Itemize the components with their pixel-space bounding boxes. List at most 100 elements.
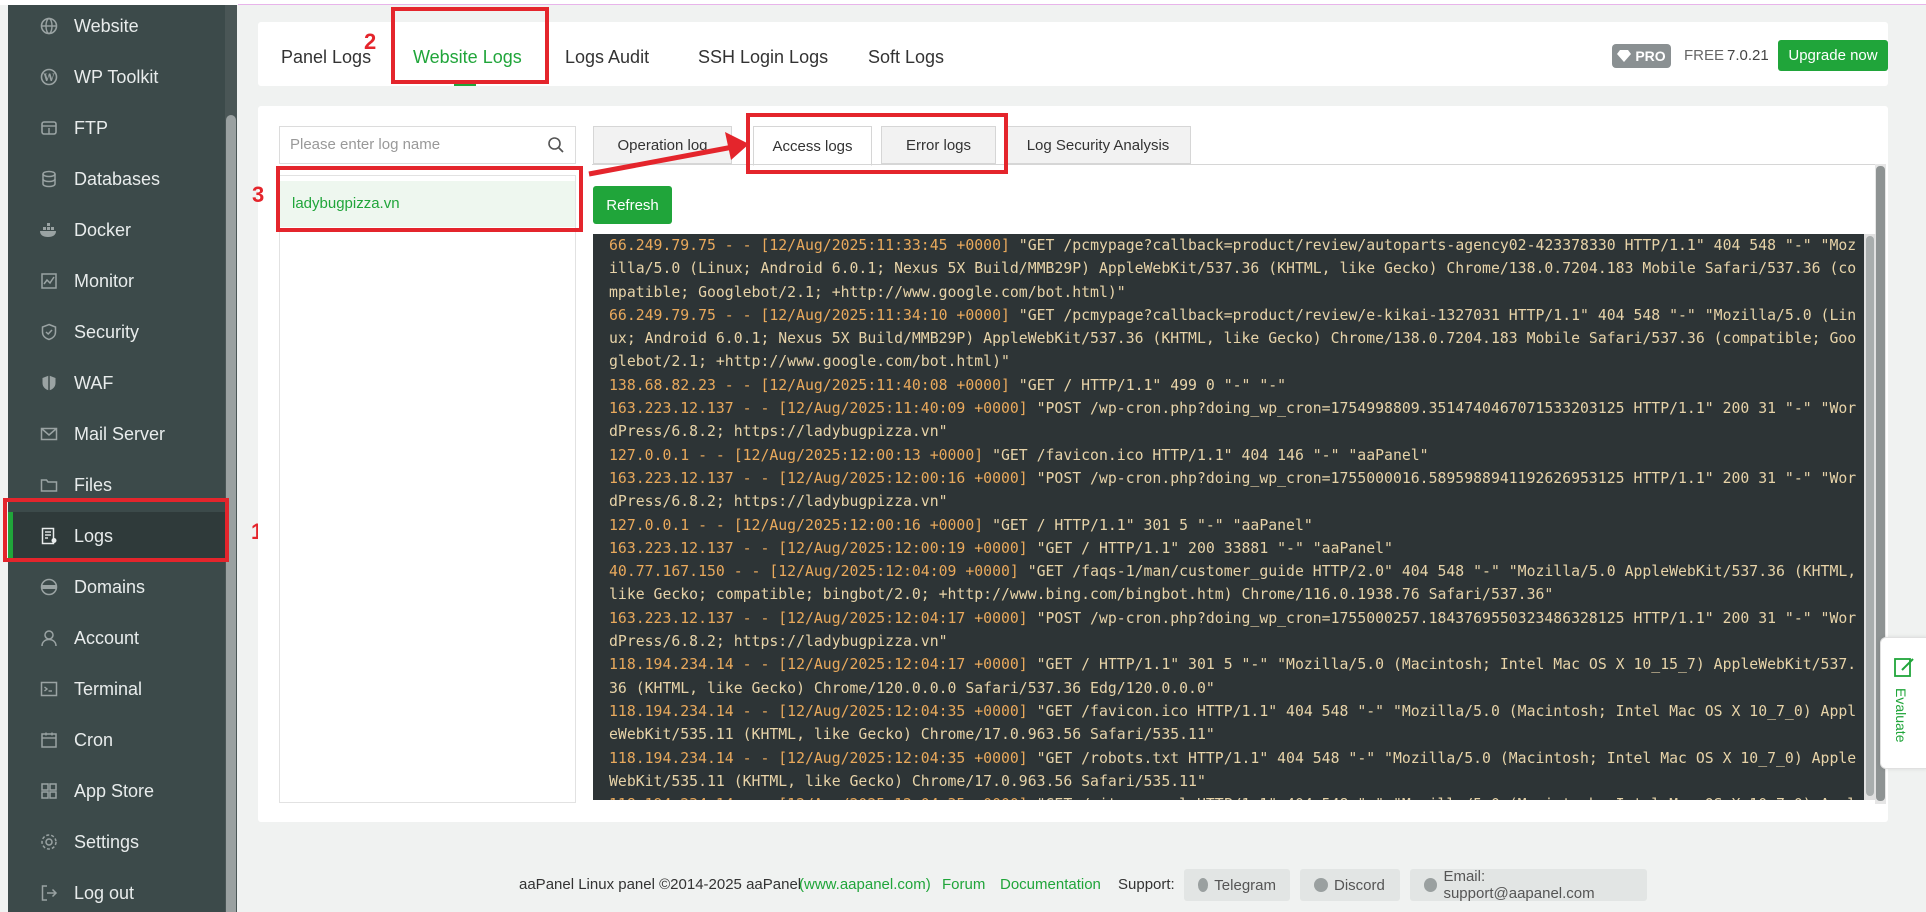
sidebar-item-label: Mail Server	[74, 423, 166, 444]
annotation-number-2: 2	[364, 29, 377, 54]
log-line-prefix: 118.194.234.14 - - [12/Aug/2025:12:04:17…	[609, 656, 1028, 674]
annotation-arrow	[588, 132, 749, 177]
log-line-prefix: 138.68.82.23 - - [12/Aug/2025:11:40:08 +…	[609, 376, 1010, 394]
sidebar-item-label: Monitor	[74, 270, 135, 291]
log-line-prefix: 163.223.12.137 - - [12/Aug/2025:12:00:19…	[609, 539, 1028, 557]
sidebar-item-security[interactable]: Security	[8, 308, 225, 356]
sidebar-item-log-out[interactable]: Log out	[8, 869, 225, 912]
log-line-prefix: 163.223.12.137 - - [12/Aug/2025:12:04:17…	[609, 609, 1028, 627]
log-line: 163.223.12.137 - - [12/Aug/2025:12:04:17…	[609, 607, 1859, 654]
sidebar-item-label: App Store	[74, 780, 155, 801]
sidebar-item-cron[interactable]: Cron	[8, 716, 225, 764]
svg-text:W: W	[42, 73, 55, 84]
log-line: 127.0.0.1 - - [12/Aug/2025:12:00:13 +000…	[609, 444, 1859, 467]
docker-icon	[38, 219, 60, 241]
tab-log-security-analysis[interactable]: Log Security Analysis	[1005, 126, 1191, 164]
telegram-button[interactable]: Telegram	[1184, 869, 1290, 901]
log-line-request: "GET / HTTP/1.1" 301 5 "-" "aaPanel"	[983, 516, 1313, 534]
sidebar-item-label: WAF	[74, 372, 114, 393]
sidebar-item-label: Cron	[74, 729, 114, 750]
log-line: 163.223.12.137 - - [12/Aug/2025:12:00:19…	[609, 537, 1859, 560]
log-line: 118.194.234.14 - - [12/Aug/2025:12:04:17…	[609, 653, 1859, 700]
evaluate-button[interactable]: Evaluate	[1880, 637, 1926, 769]
sidebar-item-label: Databases	[74, 168, 161, 189]
tab-logs-audit[interactable]: Logs Audit	[565, 22, 649, 86]
log-line-prefix: 163.223.12.137 - - [12/Aug/2025:12:00:16…	[609, 469, 1028, 487]
sidebar-item-domains[interactable]: Domains	[8, 563, 225, 611]
sidebar-item-waf[interactable]: WAF	[8, 359, 225, 407]
search-icon[interactable]	[547, 136, 565, 159]
email-support-button[interactable]: Email: support@aapanel.com	[1410, 868, 1647, 902]
terminal-icon	[38, 678, 60, 700]
sidebar-item-app-store[interactable]: App Store	[8, 767, 225, 815]
log-line: 118.194.234.14 - - [12/Aug/2025:12:04:35…	[609, 700, 1859, 747]
shield-icon	[38, 321, 60, 343]
telegram-icon	[1198, 878, 1209, 892]
domains-icon	[38, 576, 60, 598]
log-line-prefix: 40.77.167.150 - - [12/Aug/2025:12:04:09 …	[609, 563, 1019, 581]
log-line-prefix: 66.249.79.75 - - [12/Aug/2025:11:34:10 +…	[609, 306, 1010, 324]
sidebar-item-website[interactable]: Website	[8, 5, 225, 50]
globe-icon	[38, 15, 60, 37]
sidebar-item-ftp[interactable]: FTP	[8, 104, 225, 152]
log-line: 163.223.12.137 - - [12/Aug/2025:11:40:09…	[609, 397, 1859, 444]
annotation-number-3: 3	[252, 182, 265, 207]
mail-icon	[38, 423, 60, 445]
top-accent-line	[238, 4, 1926, 5]
log-line-prefix: 118.194.234.14 - - [12/Aug/2025:12:04:35…	[609, 702, 1028, 720]
footer-site-link[interactable]: (www.aapanel.com)	[799, 876, 931, 893]
sidebar-item-wp-toolkit[interactable]: W WP Toolkit	[8, 53, 225, 101]
log-line-prefix: 127.0.0.1 - - [12/Aug/2025:12:00:13 +000…	[609, 446, 984, 464]
refresh-button[interactable]: Refresh	[593, 186, 672, 224]
log-line: 127.0.0.1 - - [12/Aug/2025:12:00:16 +000…	[609, 514, 1859, 537]
version-label: 7.0.21	[1727, 47, 1769, 64]
email-icon	[1424, 878, 1438, 892]
sidebar-item-label: Domains	[74, 576, 146, 597]
sidebar-item-label: Files	[74, 474, 113, 495]
email-label: Email: support@aapanel.com	[1443, 868, 1595, 902]
telegram-label: Telegram	[1214, 876, 1276, 894]
tab-ssh-login-logs[interactable]: SSH Login Logs	[698, 22, 828, 86]
log-line: 138.68.82.23 - - [12/Aug/2025:11:40:08 +…	[609, 374, 1859, 397]
log-viewer[interactable]: 66.249.79.75 - - [12/Aug/2025:11:33:45 +…	[593, 234, 1865, 800]
calendar-icon	[38, 729, 60, 751]
sidebar-item-mail-server[interactable]: Mail Server	[8, 410, 225, 458]
pro-badge[interactable]: PRO	[1612, 44, 1671, 68]
sidebar-item-label: Docker	[74, 219, 132, 240]
log-line: 118.194.234.14 - - [12/Aug/2025:12:04:35…	[609, 747, 1859, 794]
sidebar-item-label: Log out	[74, 882, 135, 903]
log-line-prefix: 66.249.79.75 - - [12/Aug/2025:11:33:45 +…	[609, 237, 1010, 254]
sidebar-item-label: Terminal	[74, 678, 143, 699]
sidebar: Website W WP Toolkit FTP Databases Docke…	[8, 5, 225, 912]
sidebar-item-databases[interactable]: Databases	[8, 155, 225, 203]
sidebar-item-label: Website	[74, 15, 139, 36]
edit-note-icon	[1893, 656, 1915, 683]
wordpress-icon: W	[38, 66, 60, 88]
sidebar-item-terminal[interactable]: Terminal	[8, 665, 225, 713]
log-line: 40.77.167.150 - - [12/Aug/2025:12:04:09 …	[609, 560, 1859, 607]
log-line-request: "GET / HTTP/1.1" 200 33881 "-" "aaPanel"	[1027, 539, 1393, 557]
sidebar-item-monitor[interactable]: Monitor	[8, 257, 225, 305]
log-search-box	[279, 126, 576, 164]
discord-icon	[1314, 878, 1328, 892]
app-grid-icon	[38, 780, 60, 802]
sidebar-item-settings[interactable]: Settings	[8, 818, 225, 866]
footer-forum-link[interactable]: Forum	[942, 876, 985, 893]
log-line: 163.223.12.137 - - [12/Aug/2025:12:00:16…	[609, 467, 1859, 514]
pro-label: PRO	[1635, 48, 1666, 64]
upgrade-now-button[interactable]: Upgrade now	[1778, 40, 1888, 71]
folder-icon	[38, 474, 60, 496]
footer-documentation-link[interactable]: Documentation	[1000, 876, 1101, 893]
monitor-icon	[38, 270, 60, 292]
sidebar-item-docker[interactable]: Docker	[8, 206, 225, 254]
diamond-icon	[1617, 50, 1632, 62]
sidebar-item-account[interactable]: Account	[8, 614, 225, 662]
discord-button[interactable]: Discord	[1300, 869, 1400, 901]
logout-icon	[38, 882, 60, 904]
log-scrollbar[interactable]	[1866, 236, 1874, 796]
sidebar-item-label: FTP	[74, 117, 108, 138]
log-search-input[interactable]	[288, 135, 532, 154]
tab-panel-logs[interactable]: Panel Logs	[281, 22, 371, 86]
plan-label: FREE	[1684, 47, 1725, 64]
tab-soft-logs[interactable]: Soft Logs	[868, 22, 944, 86]
